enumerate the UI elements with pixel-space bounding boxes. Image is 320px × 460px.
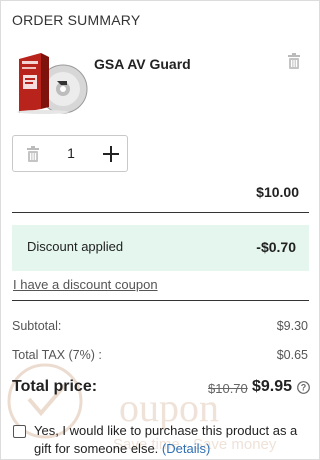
product-image <box>17 53 88 114</box>
gift-checkbox[interactable] <box>13 425 26 438</box>
order-summary-heading: ORDER SUMMARY <box>12 12 141 28</box>
gift-details-link[interactable]: (Details) <box>162 441 210 456</box>
tax-value: $0.65 <box>276 348 308 362</box>
svg-text:?: ? <box>301 383 307 393</box>
subtotal-value: $9.30 <box>276 319 308 333</box>
discount-amount: -$0.70 <box>256 239 296 255</box>
product-line-total: $10.00 <box>256 184 299 200</box>
divider <box>12 300 309 301</box>
total-price-label: Total price: <box>12 378 98 395</box>
discount-banner: Discount applied -$0.70 <box>12 225 309 271</box>
help-question-icon[interactable]: ? <box>297 381 310 394</box>
discount-label: Discount applied <box>27 239 124 254</box>
plus-icon[interactable] <box>102 145 120 163</box>
order-summary-panel: ORDER SUMMARY GSA AV Guard 1 $10.00 Disc… <box>0 0 320 460</box>
subtotal-label: Subtotal: <box>12 319 62 333</box>
remove-product-trash-icon[interactable] <box>287 53 301 69</box>
original-price: $10.70 <box>208 381 248 396</box>
divider <box>12 212 309 213</box>
quantity-input[interactable] <box>53 136 89 171</box>
final-price: $9.95 <box>252 378 293 395</box>
discount-coupon-link[interactable]: I have a discount coupon <box>13 277 158 292</box>
product-name: GSA AV Guard <box>94 56 191 72</box>
quantity-stepper <box>12 135 128 172</box>
tax-label: Total TAX (7%) : <box>12 348 102 362</box>
gift-option-text: Yes, I would like to purchase this produ… <box>34 422 314 458</box>
stepper-trash-icon[interactable] <box>26 146 40 162</box>
